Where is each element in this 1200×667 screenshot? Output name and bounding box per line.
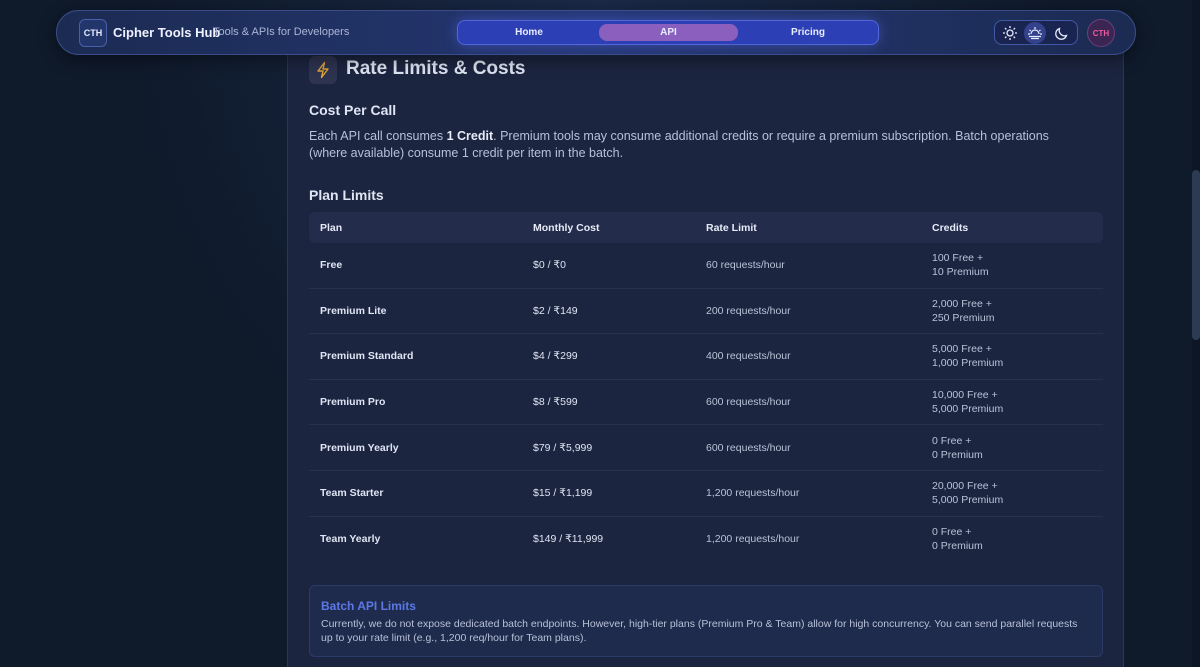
plan-credits: 20,000 Free +5,000 Premium: [932, 480, 1004, 507]
column-header-plan: Plan: [320, 222, 343, 234]
plan-cost: $149 / ₹11,999: [533, 533, 604, 546]
table-header: Plan Monthly Cost Rate Limit Credits: [309, 212, 1103, 243]
brand-name[interactable]: Cipher Tools Hub: [113, 25, 220, 40]
top-navbar: CTH Cipher Tools Hub Tools & APIs for De…: [56, 10, 1136, 55]
scrollbar[interactable]: [1192, 0, 1200, 667]
plan-rate: 1,200 requests/hour: [706, 533, 800, 546]
plan-name: Premium Yearly: [320, 441, 399, 454]
theme-switcher: [994, 20, 1078, 45]
column-header-cost: Monthly Cost: [533, 222, 600, 234]
plan-credits: 10,000 Free +5,000 Premium: [932, 389, 1004, 416]
page-title: Rate Limits & Costs: [346, 58, 526, 79]
scrollbar-thumb[interactable]: [1192, 170, 1200, 340]
plan-cost: $2 / ₹149: [533, 304, 578, 317]
table-row: Premium Lite $2 / ₹149 200 requests/hour…: [309, 289, 1103, 335]
plan-name: Premium Lite: [320, 304, 387, 317]
plan-rate: 200 requests/hour: [706, 304, 791, 317]
plan-cost: $15 / ₹1,199: [533, 487, 593, 500]
table-row: Premium Pro $8 / ₹599 600 requests/hour …: [309, 380, 1103, 426]
credit-highlight: 1 Credit: [446, 129, 494, 143]
column-header-rate: Rate Limit: [706, 222, 757, 234]
nav-api[interactable]: API: [599, 24, 738, 41]
section-heading-plans: Plan Limits: [309, 187, 384, 203]
plan-credits: 0 Free +0 Premium: [932, 434, 983, 461]
plan-credits: 100 Free +10 Premium: [932, 252, 989, 279]
plan-rate: 600 requests/hour: [706, 396, 791, 409]
table-row: Premium Yearly $79 / ₹5,999 600 requests…: [309, 425, 1103, 471]
brand-tagline: Tools & APIs for Developers: [213, 26, 350, 38]
batch-limits-callout: Batch API Limits Currently, we do not ex…: [309, 585, 1103, 657]
sun-icon[interactable]: [999, 22, 1021, 44]
nav-pricing[interactable]: Pricing: [748, 21, 868, 44]
plan-cost: $4 / ₹299: [533, 350, 578, 363]
column-header-credits: Credits: [932, 222, 969, 234]
plan-name: Team Starter: [320, 487, 384, 500]
plan-rate: 400 requests/hour: [706, 350, 791, 363]
logo[interactable]: CTH: [79, 19, 107, 47]
lightning-icon: [309, 56, 337, 84]
table-row: Free $0 / ₹0 60 requests/hour 100 Free +…: [309, 243, 1103, 289]
plan-name: Premium Standard: [320, 350, 414, 363]
plan-cost: $0 / ₹0: [533, 259, 566, 272]
plan-credits: 0 Free +0 Premium: [932, 526, 983, 553]
callout-text: Currently, we do not expose dedicated ba…: [321, 618, 1078, 644]
plan-name: Premium Pro: [320, 396, 386, 409]
plan-name: Free: [320, 259, 343, 272]
plan-name: Team Yearly: [320, 533, 381, 546]
plan-cost: $79 / ₹5,999: [533, 441, 593, 454]
plan-credits: 2,000 Free +250 Premium: [932, 297, 995, 324]
sunset-icon[interactable]: [1024, 22, 1046, 44]
main-nav: Home API Pricing: [457, 20, 879, 45]
nav-home[interactable]: Home: [470, 21, 588, 44]
callout-title: Batch API Limits: [321, 599, 416, 613]
plan-rate: 600 requests/hour: [706, 441, 791, 454]
plan-limits-table: Plan Monthly Cost Rate Limit Credits Fre…: [309, 212, 1103, 562]
rate-limits-card: Rate Limits & Costs Cost Per Call Each A…: [287, 33, 1124, 667]
table-row: Team Starter $15 / ₹1,199 1,200 requests…: [309, 471, 1103, 517]
plan-rate: 60 requests/hour: [706, 259, 785, 272]
cost-description: Each API call consumes 1 Credit. Premium…: [309, 129, 1049, 160]
moon-icon[interactable]: [1051, 22, 1073, 44]
table-row: Team Yearly $149 / ₹11,999 1,200 request…: [309, 517, 1103, 563]
plan-cost: $8 / ₹599: [533, 396, 578, 409]
avatar[interactable]: CTH: [1087, 19, 1115, 47]
plan-credits: 5,000 Free +1,000 Premium: [932, 343, 1004, 370]
table-row: Premium Standard $4 / ₹299 400 requests/…: [309, 334, 1103, 380]
plan-rate: 1,200 requests/hour: [706, 487, 800, 500]
section-heading-cost: Cost Per Call: [309, 102, 397, 118]
